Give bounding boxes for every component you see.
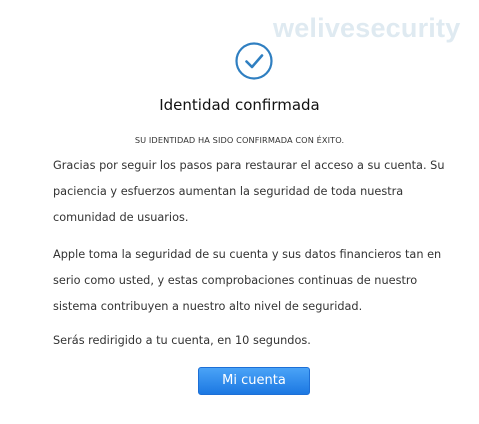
redirect-notice: Serás redirigido a tu cuenta, en 10 segu… xyxy=(53,334,311,347)
message-paragraph-security: Apple toma la seguridad de su cuenta y s… xyxy=(53,248,442,313)
my-account-button[interactable]: Mi cuenta xyxy=(198,367,310,395)
watermark-logo: welivesecurity xyxy=(273,13,461,43)
message-paragraph-thanks: Gracias por seguir los pasos para restau… xyxy=(53,159,445,224)
page-title: Identidad confirmada xyxy=(159,96,320,114)
confirmation-subtitle: SU IDENTIDAD HA SIDO CONFIRMADA CON ÉXIT… xyxy=(134,135,345,145)
check-circle-icon xyxy=(235,42,273,80)
